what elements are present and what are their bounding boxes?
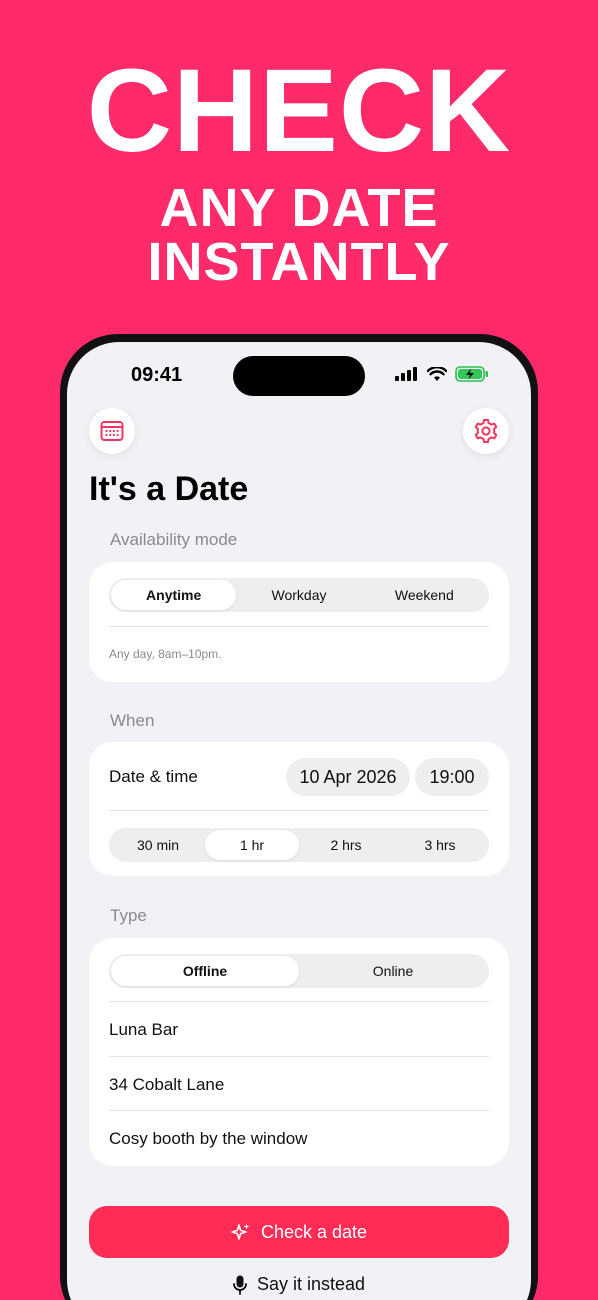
divider [109, 810, 489, 811]
duration-option-3-hrs[interactable]: 3 hrs [393, 830, 487, 860]
dynamic-island [233, 356, 365, 396]
headline-check: CHECK [86, 45, 512, 177]
say-it-instead-button[interactable]: Say it instead [67, 1274, 531, 1295]
date-picker-button[interactable]: 10 Apr 2026 [286, 758, 410, 796]
type-section-label: Type [110, 906, 147, 925]
availability-segmented-control: Anytime Workday Weekend [109, 578, 489, 612]
calendar-button[interactable] [89, 408, 135, 454]
availability-section-label: Availability mode [110, 530, 238, 549]
duration-option-2-hrs[interactable]: 2 hrs [299, 830, 393, 860]
headline-any-date: ANY DATE [159, 178, 439, 238]
availability-note: Any day, 8am–10pm. [109, 647, 222, 661]
type-option-online[interactable]: Online [299, 956, 487, 986]
check-date-button-label: Check a date [260, 1221, 368, 1242]
sparkle-icon [231, 1223, 250, 1240]
when-card: Date & time 10 Apr 2026 19:00 30 min 1 h… [89, 742, 509, 876]
headline-instantly: INSTANTLY [147, 232, 451, 292]
battery-charging-icon [455, 366, 488, 382]
calendar-icon [100, 421, 124, 441]
availability-option-weekend[interactable]: Weekend [362, 580, 487, 610]
divider [109, 1001, 489, 1002]
gear-icon [474, 419, 498, 443]
page-title: It's a Date [89, 470, 249, 508]
wifi-icon [427, 366, 447, 381]
place-name-field[interactable]: Luna Bar [109, 1020, 178, 1040]
duration-option-1-hr[interactable]: 1 hr [205, 830, 299, 860]
type-option-offline[interactable]: Offline [111, 956, 299, 986]
type-card: Offline Online Luna Bar 34 Cobalt Lane C… [89, 938, 509, 1166]
say-it-instead-label: Say it instead [256, 1274, 366, 1294]
address-field[interactable]: 34 Cobalt Lane [109, 1075, 224, 1095]
date-time-label: Date & time [109, 767, 198, 786]
check-date-button[interactable]: Check a date [89, 1206, 509, 1258]
duration-segmented-control: 30 min 1 hr 2 hrs 3 hrs [109, 828, 489, 862]
divider [109, 626, 489, 627]
availability-card: Anytime Workday Weekend Any day, 8am–10p… [89, 562, 509, 682]
phone-screen: 09:41 It's a Date Availability mode Anyt… [67, 342, 531, 1300]
status-icons [395, 366, 489, 382]
when-section-label: When [110, 711, 155, 730]
status-time: 09:41 [131, 364, 183, 386]
microphone-icon [233, 1275, 247, 1295]
duration-option-30-min[interactable]: 30 min [111, 830, 205, 860]
divider [109, 1056, 489, 1057]
divider [109, 1110, 489, 1111]
settings-button[interactable] [463, 408, 509, 454]
type-segmented-control: Offline Online [109, 954, 489, 988]
availability-option-anytime[interactable]: Anytime [111, 580, 237, 610]
time-picker-button[interactable]: 19:00 [415, 758, 489, 796]
availability-option-workday[interactable]: Workday [236, 580, 361, 610]
cellular-signal-icon [395, 367, 417, 381]
notes-field[interactable]: Cosy booth by the window [109, 1129, 307, 1149]
